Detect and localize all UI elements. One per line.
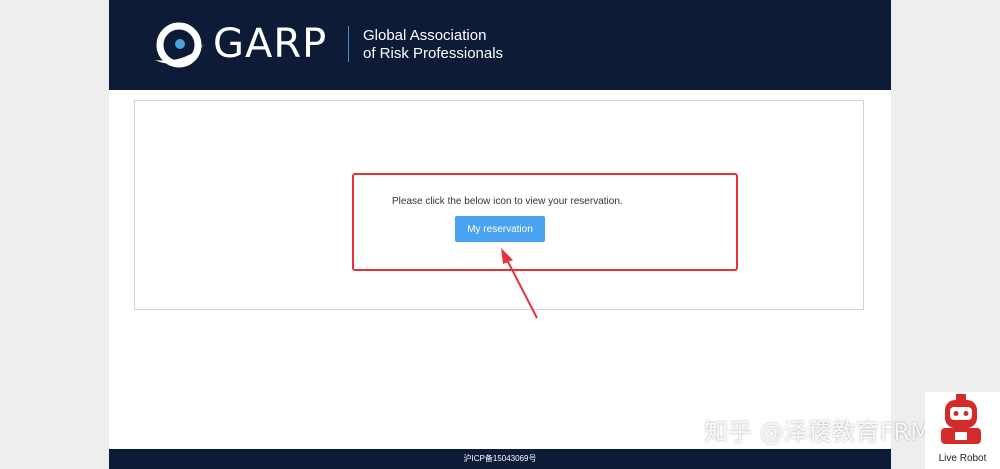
page: GARP Global Association of Risk Professi…: [109, 0, 891, 469]
robot-label: Live Robot: [938, 453, 987, 464]
robot-icon: [941, 394, 981, 444]
tagline-line-1: Global Association: [363, 27, 487, 44]
logo-tagline: Global Association of Risk Professionals: [363, 27, 503, 63]
live-robot-widget[interactable]: Live Robot: [925, 392, 1000, 469]
watermark: 知乎 @泽稷教育FRM: [704, 418, 931, 446]
garp-logo-icon: [155, 22, 205, 68]
instruction-text: Please click the below icon to view your…: [392, 196, 623, 207]
arrow-annotation-icon: [501, 248, 538, 319]
logo-wordmark: GARP: [213, 21, 328, 67]
site-header: GARP Global Association of Risk Professi…: [109, 0, 891, 90]
site-footer: 沪ICP备15043069号: [109, 449, 891, 469]
logo-divider: [348, 26, 349, 62]
tagline-line-2: of Risk Professionals: [363, 45, 504, 62]
my-reservation-button[interactable]: My reservation: [455, 216, 545, 242]
